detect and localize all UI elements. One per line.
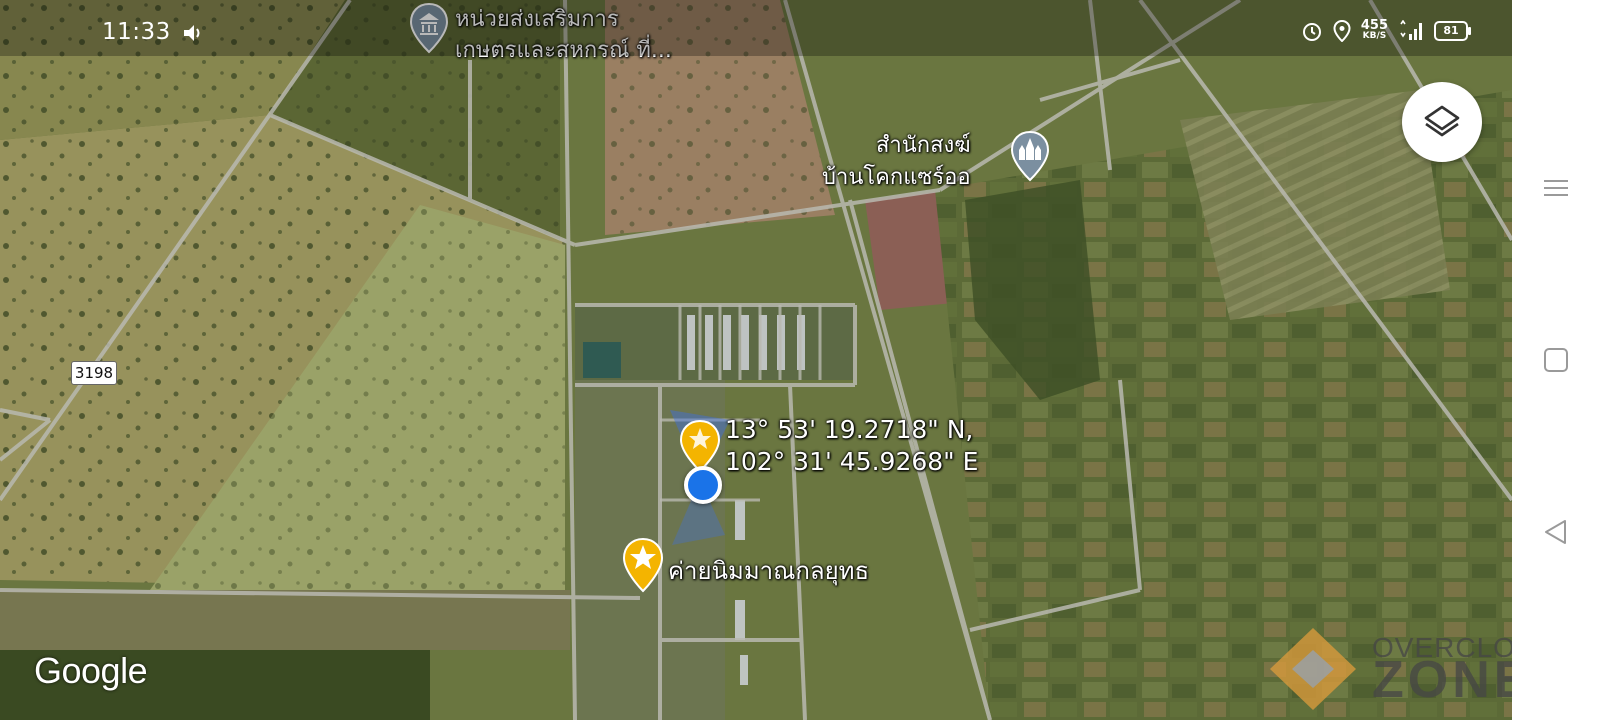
my-location-dot[interactable]: [684, 466, 722, 504]
battery-icon: 81: [1434, 21, 1471, 41]
temple-poi-icon[interactable]: [1010, 130, 1050, 182]
volume-icon: [184, 25, 200, 41]
poi-label-temple[interactable]: สำนักสงฆ์ บ้านโคกแซร์ออ: [822, 130, 971, 194]
satellite-map[interactable]: หน่วยส่งเสริมการ เกษตรและสหกรณ์ ที่... ส…: [0, 0, 1512, 720]
coordinates-label[interactable]: 13° 53' 19.2718" N, 102° 31' 45.9268" E: [725, 414, 978, 478]
coordinates-latitude: 13° 53' 19.2718" N,: [725, 415, 974, 444]
poi-label-temple-line2: บ้านโคกแซร์ออ: [822, 165, 971, 190]
menu-icon[interactable]: [1540, 172, 1572, 204]
layers-button[interactable]: [1402, 82, 1482, 162]
home-square-icon[interactable]: [1540, 344, 1572, 376]
overclockzone-logo-icon: [1270, 628, 1356, 710]
coordinates-longitude: 102° 31' 45.9268" E: [725, 447, 979, 476]
alarm-icon: [1302, 23, 1321, 41]
watermark-line2: ZONE: [1372, 651, 1512, 709]
starred-place-icon[interactable]: [622, 537, 664, 593]
starred-pin-icon[interactable]: [679, 419, 721, 473]
layers-icon: [1424, 105, 1460, 137]
signal-icon: [1400, 20, 1422, 40]
satellite-imagery: [0, 0, 1512, 720]
network-speed-unit: KB/S: [1362, 31, 1387, 41]
back-triangle-icon[interactable]: [1540, 516, 1572, 548]
status-time: 11:33: [102, 19, 171, 45]
camp-label[interactable]: ค่ายนิมมาณกลยุทธ: [668, 551, 869, 590]
status-icons: 455 KB/S 81: [1301, 19, 1471, 42]
location-pin-icon: [1333, 20, 1351, 42]
network-speed: 455 KB/S: [1361, 19, 1388, 42]
poi-label-temple-line1: สำนักสงฆ์: [875, 133, 971, 158]
road-number-shield: 3198: [71, 361, 117, 385]
google-logo: Google: [34, 650, 148, 691]
navigation-bar: [1512, 0, 1600, 720]
status-bar: 11:33 455 KB/S 81: [0, 0, 1512, 56]
